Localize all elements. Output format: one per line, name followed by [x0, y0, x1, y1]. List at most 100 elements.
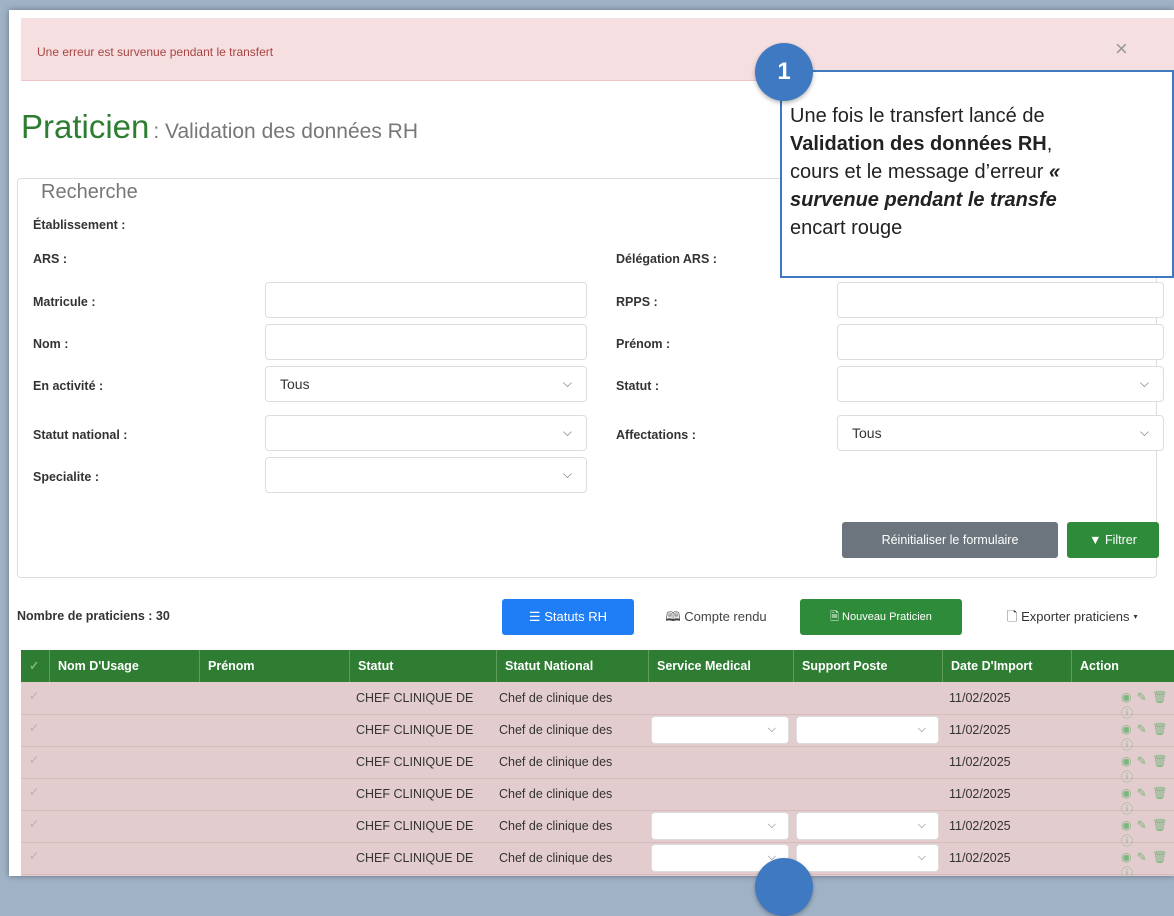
cell-statut-national: Chef de clinique des: [499, 819, 613, 833]
chevron-down-icon: ⌵: [917, 819, 926, 831]
funnel-icon: ▼: [1089, 533, 1102, 547]
cell-date-import: 11/02/2025: [949, 755, 1011, 769]
annotation-line-2-bold: Validation des données RH: [790, 133, 1047, 155]
column-nom-usage[interactable]: Nom D'Usage: [49, 650, 199, 682]
statuts-rh-button[interactable]: ☰ Statuts RH: [502, 599, 634, 635]
cell-statut: CHEF CLINIQUE DE: [356, 691, 474, 705]
support-poste-select[interactable]: ⌵: [796, 812, 939, 840]
etablissement-label: Établissement :: [33, 218, 126, 232]
service-medical-select[interactable]: ⌵: [651, 812, 789, 840]
praticien-count: Nombre de praticiens : 30: [17, 609, 170, 623]
search-legend: Recherche: [31, 181, 148, 204]
matricule-input[interactable]: [265, 282, 587, 318]
cell-statut-national: Chef de clinique des: [499, 787, 613, 801]
list-icon: ☰: [528, 609, 541, 624]
chevron-down-icon: ⌵: [562, 425, 572, 439]
cell-statut: CHEF CLINIQUE DE: [356, 819, 474, 833]
row-actions[interactable]: ◉ ✎ 🗑 ⓘ: [1121, 850, 1174, 876]
annotation-line-3-italic: «: [1043, 161, 1061, 183]
nom-input[interactable]: [265, 324, 587, 360]
chevron-down-icon: ⌵: [562, 467, 572, 481]
prenom-label: Prénom :: [616, 337, 671, 351]
cell-statut: CHEF CLINIQUE DE: [356, 723, 474, 737]
document-icon: 🗋: [1007, 609, 1018, 624]
rpps-label: RPPS :: [616, 295, 658, 309]
statuts-rh-label: Statuts RH: [544, 609, 608, 624]
service-medical-select[interactable]: ⌵: [651, 716, 789, 744]
annotation-line-3: cours et le message d’erreur: [790, 161, 1044, 183]
row-checkbox[interactable]: ✓: [29, 817, 39, 831]
en-activite-select[interactable]: Tous ⌵: [265, 366, 587, 402]
select-all-checkbox[interactable]: ✓: [21, 650, 49, 682]
annotation-line-1: Une fois le transfert lancé de: [790, 105, 1045, 127]
chevron-down-icon: ⌵: [767, 723, 776, 735]
column-statut-national[interactable]: Statut National: [496, 650, 648, 682]
filter-button[interactable]: ▼ Filtrer: [1067, 522, 1159, 558]
affectations-select[interactable]: Tous ⌵: [837, 415, 1164, 451]
statut-label: Statut :: [616, 379, 660, 393]
affectations-value: Tous: [852, 425, 882, 441]
page-title: Praticien: Validation des données RH: [21, 108, 418, 146]
error-alert-message: Une erreur est survenue pendant le trans…: [37, 45, 274, 59]
column-action: Action: [1071, 650, 1174, 682]
row-checkbox[interactable]: ✓: [29, 785, 39, 799]
row-checkbox[interactable]: ✓: [29, 753, 39, 767]
page-subtitle: : Validation des données RH: [153, 120, 419, 143]
nouveau-praticien-label: Nouveau Praticien: [842, 611, 932, 623]
book-icon: 🕮: [665, 609, 681, 624]
table-row[interactable]: ✓ CHEF CLINIQUE DE Chef de clinique des …: [21, 778, 1174, 816]
row-checkbox[interactable]: ✓: [29, 721, 39, 735]
cell-statut-national: Chef de clinique des: [499, 755, 613, 769]
support-poste-select[interactable]: ⌵: [796, 716, 939, 744]
close-icon[interactable]: ×: [1115, 38, 1128, 60]
column-support-poste[interactable]: Support Poste: [793, 650, 942, 682]
row-checkbox[interactable]: ✓: [29, 689, 39, 703]
statut-select[interactable]: ⌵: [837, 366, 1164, 402]
support-poste-select[interactable]: ⌵: [796, 844, 939, 872]
statut-national-select[interactable]: ⌵: [265, 415, 587, 451]
annotation-line-4: survenue pendant le transfe: [790, 189, 1057, 211]
cell-date-import: 11/02/2025: [949, 723, 1011, 737]
column-service-medical[interactable]: Service Medical: [648, 650, 793, 682]
chevron-down-icon: ⌵: [917, 723, 926, 735]
table-row[interactable]: ✓ CHEF CLINIQUE DE Chef de clinique des …: [21, 842, 1174, 876]
prenom-input[interactable]: [837, 324, 1164, 360]
page-title-main: Praticien: [21, 108, 150, 145]
chevron-down-icon: ⌵: [767, 819, 776, 831]
ars-label: ARS :: [33, 252, 68, 266]
column-date-import[interactable]: Date D'Import: [942, 650, 1071, 682]
column-prenom[interactable]: Prénom: [199, 650, 349, 682]
row-checkbox[interactable]: ✓: [29, 849, 39, 863]
cell-date-import: 11/02/2025: [949, 851, 1011, 865]
exporter-praticiens-button[interactable]: 🗋 Exporter praticiens ▾: [971, 599, 1174, 635]
column-statut[interactable]: Statut: [349, 650, 496, 682]
cell-statut-national: Chef de clinique des: [499, 691, 613, 705]
en-activite-value: Tous: [280, 376, 310, 392]
nouveau-praticien-button[interactable]: 🗎 Nouveau Praticien: [800, 599, 962, 635]
step-badge: 1: [755, 43, 813, 101]
cell-statut: CHEF CLINIQUE DE: [356, 755, 474, 769]
en-activite-label: En activité :: [33, 379, 104, 393]
statut-national-label: Statut national :: [33, 428, 128, 442]
compte-rendu-label: Compte rendu: [684, 609, 767, 624]
table-row[interactable]: ✓ CHEF CLINIQUE DE Chef de clinique des …: [21, 810, 1174, 848]
cell-date-import: 11/02/2025: [949, 819, 1011, 833]
table-header: ✓ Nom D'Usage Prénom Statut Statut Natio…: [21, 650, 1174, 682]
annotation-text: Une fois le transfert lancé de Validatio…: [790, 102, 1174, 242]
table-row[interactable]: ✓ CHEF CLINIQUE DE Chef de clinique des …: [21, 682, 1174, 720]
cell-statut: CHEF CLINIQUE DE: [356, 851, 474, 865]
annotation-line-5: encart rouge: [790, 217, 903, 239]
reset-form-button[interactable]: Réinitialiser le formulaire: [842, 522, 1058, 558]
chevron-down-icon: ⌵: [1139, 425, 1149, 439]
rpps-input[interactable]: [837, 282, 1164, 318]
cell-statut-national: Chef de clinique des: [499, 851, 613, 865]
step-badge-bottom: [755, 858, 813, 916]
chevron-down-icon: ⌵: [562, 376, 572, 390]
specialite-select[interactable]: ⌵: [265, 457, 587, 493]
cell-date-import: 11/02/2025: [949, 787, 1011, 801]
specialite-label: Specialite :: [33, 470, 99, 484]
compte-rendu-button[interactable]: 🕮 Compte rendu: [643, 599, 789, 635]
table-row[interactable]: ✓ CHEF CLINIQUE DE Chef de clinique des …: [21, 714, 1174, 752]
table-row[interactable]: ✓ CHEF CLINIQUE DE Chef de clinique des …: [21, 746, 1174, 784]
caret-down-icon: ▾: [1133, 609, 1138, 624]
